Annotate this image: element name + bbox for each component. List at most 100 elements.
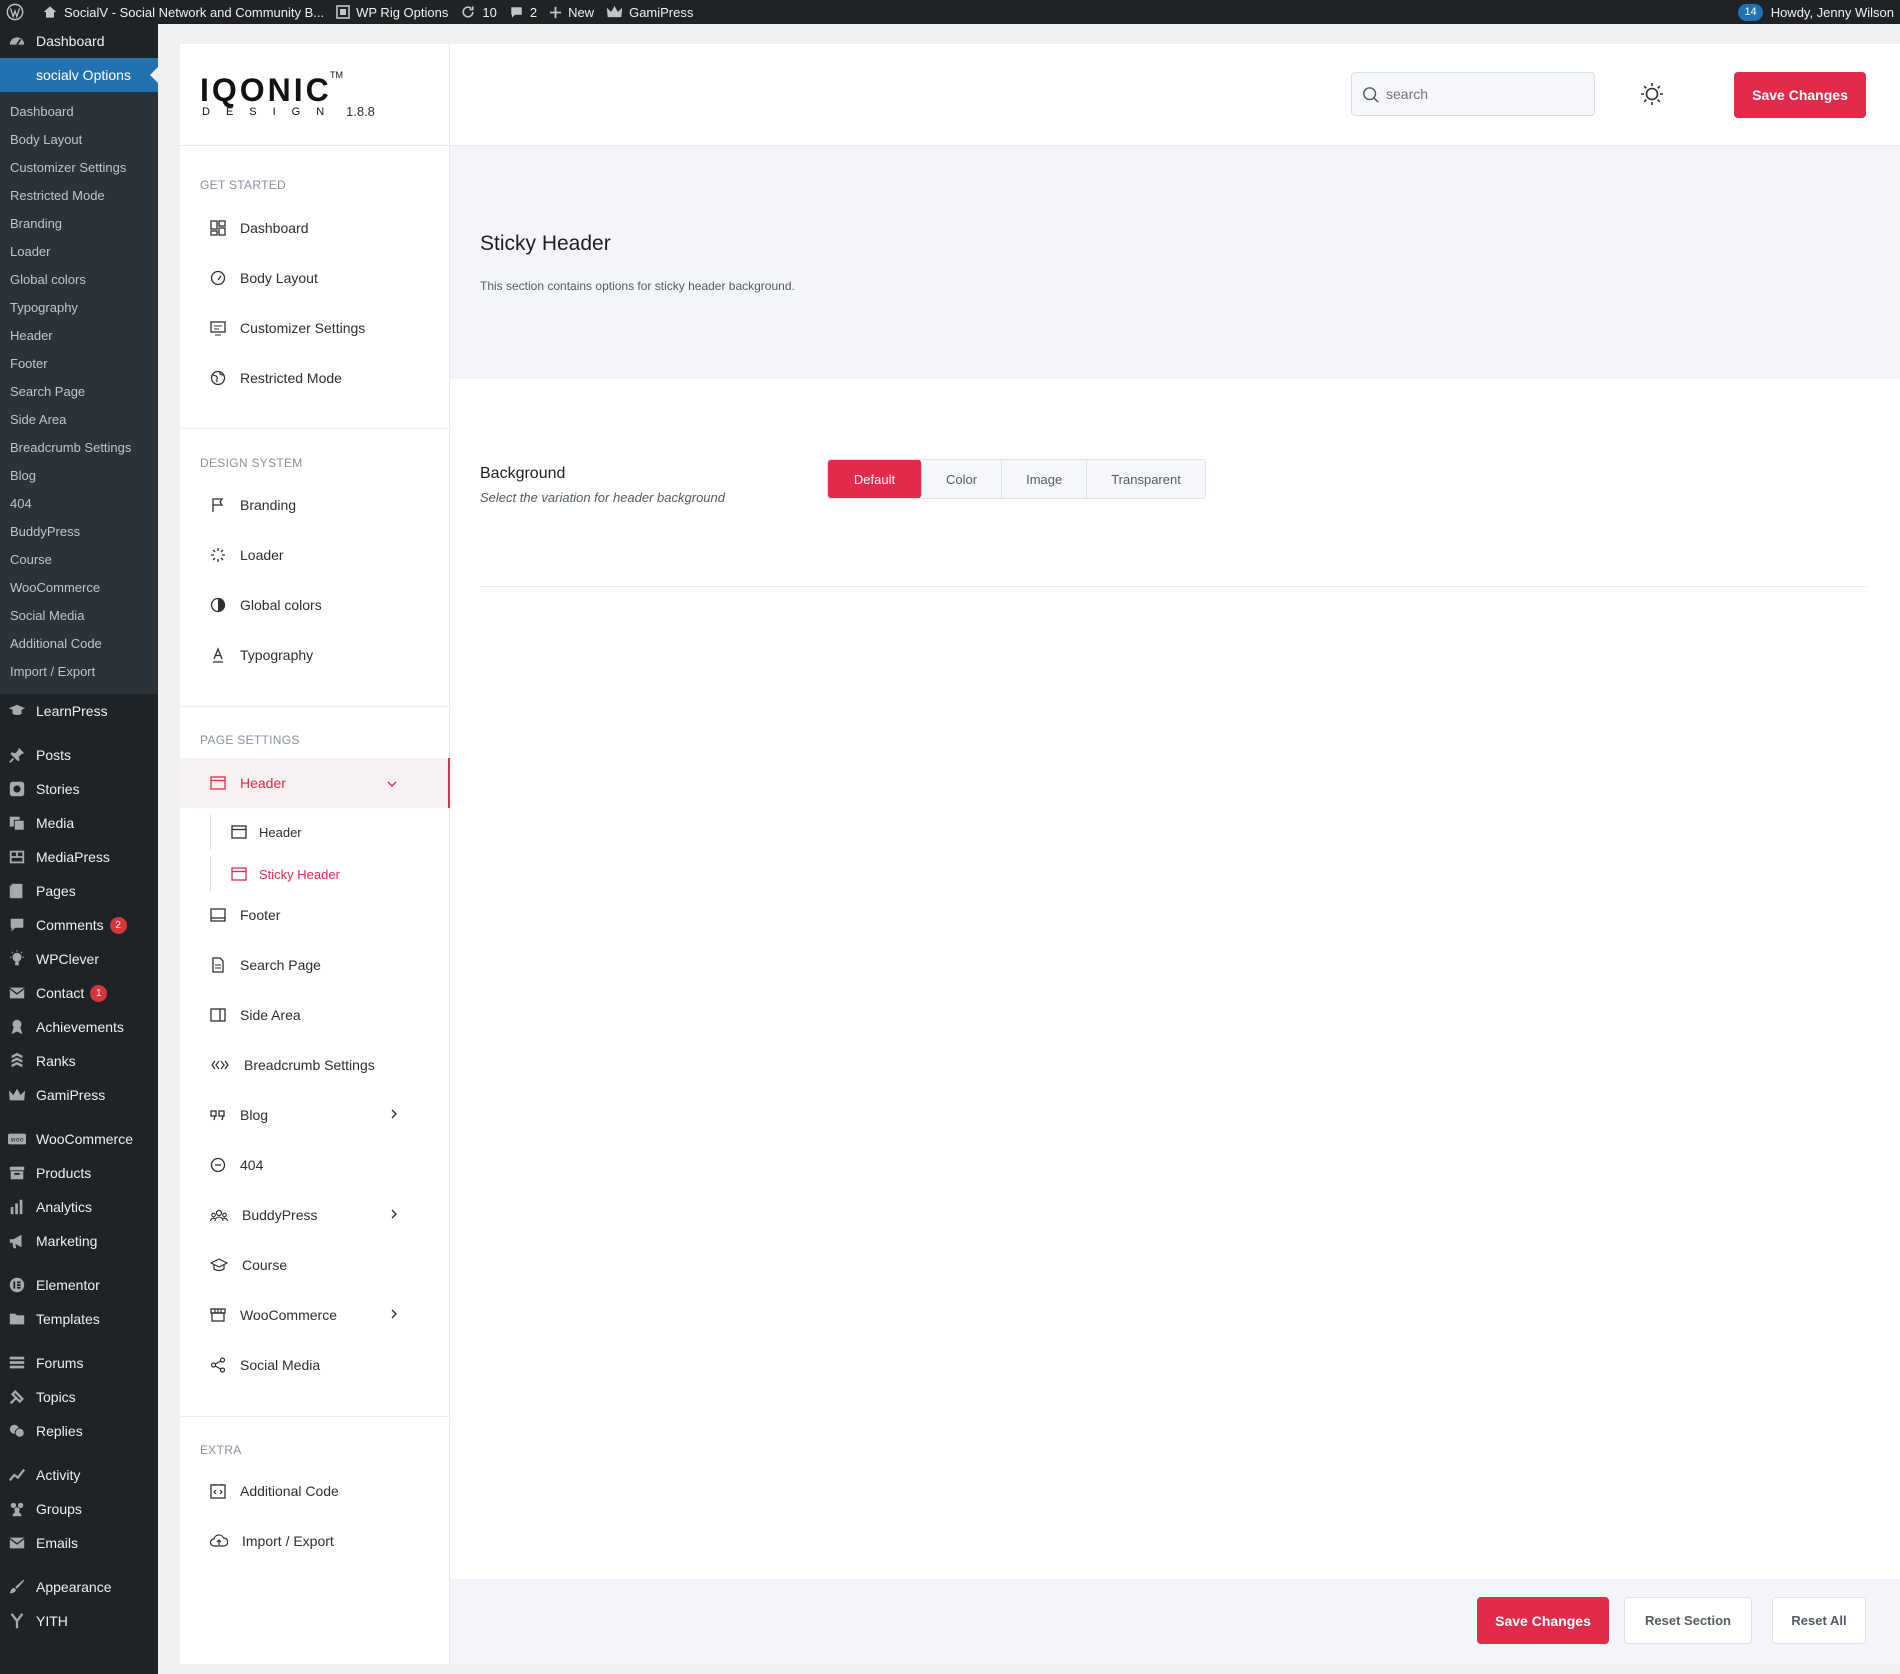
menu-activity[interactable]: Activity xyxy=(0,1458,158,1492)
menu-emails[interactable]: Emails xyxy=(0,1526,158,1560)
my-account-link[interactable]: 14 Howdy, Jenny Wilson xyxy=(1732,0,1900,24)
nav-breadcrumb-settings[interactable]: Breadcrumb Settings xyxy=(180,1045,450,1085)
submenu-item[interactable]: Social Media xyxy=(0,602,158,630)
nav-side-area[interactable]: Side Area xyxy=(180,995,450,1035)
menu-contact[interactable]: Contact 1 xyxy=(0,976,158,1010)
menu-mediapress[interactable]: MediaPress xyxy=(0,840,158,874)
submenu-item[interactable]: Customizer Settings xyxy=(0,154,158,182)
save-changes-button[interactable]: Save Changes xyxy=(1734,72,1866,118)
theme-toggle-sun-icon[interactable] xyxy=(1639,81,1665,107)
nav-branding[interactable]: Branding xyxy=(180,485,450,525)
menu-products[interactable]: Products xyxy=(0,1156,158,1190)
menu-replies[interactable]: Replies xyxy=(0,1414,158,1448)
menu-appearance[interactable]: Appearance xyxy=(0,1570,158,1604)
menu-comments[interactable]: Comments 2 xyxy=(0,908,158,942)
nav-buddypress[interactable]: BuddyPress xyxy=(180,1195,450,1235)
nav-blog[interactable]: Blog xyxy=(180,1095,450,1135)
nav-sticky-header[interactable]: Sticky Header xyxy=(210,856,450,892)
nav-404[interactable]: 404 xyxy=(180,1145,450,1185)
submenu-item[interactable]: Header xyxy=(0,322,158,350)
menu-media[interactable]: Media xyxy=(0,806,158,840)
comments-link[interactable]: 2 xyxy=(503,0,543,24)
menu-elementor[interactable]: Elementor xyxy=(0,1268,158,1302)
nav-search-page[interactable]: Search Page xyxy=(180,945,450,985)
wordpress-icon xyxy=(6,3,24,21)
background-transparent-button[interactable]: Transparent xyxy=(1087,460,1205,498)
submenu-item[interactable]: Course xyxy=(0,546,158,574)
menu-posts[interactable]: Posts xyxy=(0,738,158,772)
breadcrumb-icon xyxy=(211,1060,229,1070)
submenu-item[interactable]: Side Area xyxy=(0,406,158,434)
menu-learnpress[interactable]: LearnPress xyxy=(0,694,158,728)
background-color-button[interactable]: Color xyxy=(922,460,1003,498)
menu-achievements[interactable]: Achievements xyxy=(0,1010,158,1044)
nav-typography[interactable]: Typography xyxy=(180,635,450,675)
menu-yith[interactable]: YITH xyxy=(0,1604,158,1638)
reset-all-button[interactable]: Reset All xyxy=(1772,1597,1866,1644)
save-changes-bottom-button[interactable]: Save Changes xyxy=(1477,1597,1609,1644)
wp-logo-button[interactable] xyxy=(0,0,36,24)
reset-section-button[interactable]: Reset Section xyxy=(1624,1597,1752,1644)
submenu-item[interactable]: Breadcrumb Settings xyxy=(0,434,158,462)
menu-wpclever[interactable]: WPClever xyxy=(0,942,158,976)
nav-header[interactable]: Header xyxy=(180,758,450,808)
menu-analytics[interactable]: Analytics xyxy=(0,1190,158,1224)
new-content-link[interactable]: New xyxy=(543,0,600,24)
nav-additional-code[interactable]: Additional Code xyxy=(180,1471,450,1511)
updates-link[interactable]: 10 xyxy=(454,0,502,24)
submenu-item[interactable]: Blog xyxy=(0,462,158,490)
nav-woocommerce[interactable]: WooCommerce xyxy=(180,1295,450,1335)
nav-global-colors[interactable]: Global colors xyxy=(180,585,450,625)
pages-icon xyxy=(9,883,23,899)
menu-marketing[interactable]: Marketing xyxy=(0,1224,158,1258)
submenu-item[interactable]: Footer xyxy=(0,350,158,378)
submenu-item[interactable]: Typography xyxy=(0,294,158,322)
menu-templates[interactable]: Templates xyxy=(0,1302,158,1336)
background-default-button[interactable]: Default xyxy=(828,460,922,498)
submenu-item[interactable]: 404 xyxy=(0,490,158,518)
submenu-item[interactable]: WooCommerce xyxy=(0,574,158,602)
submenu-item[interactable]: Additional Code xyxy=(0,630,158,658)
nav-loader[interactable]: Loader xyxy=(180,535,450,575)
nav-social-media[interactable]: Social Media xyxy=(180,1345,450,1385)
megaphone-icon xyxy=(9,1234,22,1249)
rig-options-link[interactable]: WP Rig Options xyxy=(330,0,454,24)
submenu-item[interactable]: Global colors xyxy=(0,266,158,294)
submenu-item[interactable]: Search Page xyxy=(0,378,158,406)
menu-pages[interactable]: Pages xyxy=(0,874,158,908)
menu-topics[interactable]: Topics xyxy=(0,1380,158,1414)
nav-body-layout[interactable]: Body Layout xyxy=(180,258,450,298)
search-box[interactable] xyxy=(1351,72,1595,116)
background-image-button[interactable]: Image xyxy=(1002,460,1088,498)
menu-gamipress[interactable]: GamiPress xyxy=(0,1078,158,1112)
submenu-item[interactable]: Restricted Mode xyxy=(0,182,158,210)
menu-stories[interactable]: Stories xyxy=(0,772,158,806)
nav-dashboard[interactable]: Dashboard xyxy=(180,208,450,248)
submenu-item[interactable]: Import / Export xyxy=(0,658,158,686)
site-name-link[interactable]: SocialV - Social Network and Community B… xyxy=(36,0,330,24)
nav-customizer-settings[interactable]: Customizer Settings xyxy=(180,308,450,348)
menu-dashboard[interactable]: Dashboard xyxy=(0,24,158,58)
nav-restricted-mode[interactable]: Restricted Mode xyxy=(180,358,450,398)
elementor-icon xyxy=(9,1277,25,1293)
nav-course[interactable]: Course xyxy=(180,1245,450,1285)
submenu-item[interactable]: Branding xyxy=(0,210,158,238)
submenu-item[interactable]: Loader xyxy=(0,238,158,266)
submenu-item[interactable]: Body Layout xyxy=(0,126,158,154)
nav-import-export[interactable]: Import / Export xyxy=(180,1521,450,1561)
menu-forums[interactable]: Forums xyxy=(0,1346,158,1380)
search-input[interactable] xyxy=(1386,73,1586,115)
nav-footer[interactable]: Footer xyxy=(180,895,450,935)
submenu-item[interactable]: BuddyPress xyxy=(0,518,158,546)
option-divider xyxy=(480,586,1866,587)
menu-groups[interactable]: Groups xyxy=(0,1492,158,1526)
minus-circle-icon xyxy=(210,1157,226,1173)
menu-woocommerce[interactable]: woo WooCommerce xyxy=(0,1122,158,1156)
menu-ranks[interactable]: Ranks xyxy=(0,1044,158,1078)
submenu-item[interactable]: Dashboard xyxy=(0,98,158,126)
sidebar-layout-icon xyxy=(210,1008,226,1022)
notifications-badge[interactable]: 14 xyxy=(1738,3,1763,21)
gamipress-link[interactable]: GamiPress xyxy=(600,0,699,24)
nav-header-sub[interactable]: Header xyxy=(210,814,450,850)
menu-socialv-options[interactable]: socialv Options xyxy=(0,58,158,92)
